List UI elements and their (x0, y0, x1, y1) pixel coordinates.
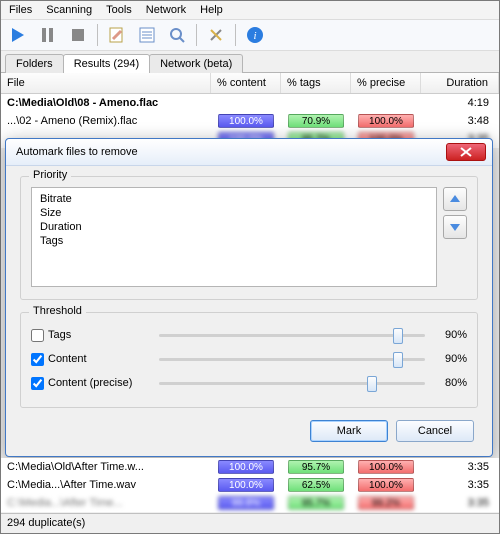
separator (235, 24, 236, 46)
status-text: 294 duplicate(s) (7, 517, 85, 529)
cell-content (211, 101, 281, 105)
separator (196, 24, 197, 46)
priority-item[interactable]: Bitrate (40, 192, 428, 206)
status-bar: 294 duplicate(s) (1, 513, 499, 533)
menu-help[interactable]: Help (200, 4, 223, 16)
mark-button[interactable]: Mark (310, 420, 388, 442)
threshold-label: Threshold (29, 305, 86, 317)
priority-label: Priority (29, 169, 71, 181)
dialog-buttons: Mark Cancel (20, 420, 478, 444)
column-headers: File % content % tags % precise Duration (1, 73, 499, 94)
cancel-button[interactable]: Cancel (396, 420, 474, 442)
svg-text:i: i (253, 30, 256, 42)
tab-results[interactable]: Results (294) (63, 54, 150, 73)
table-row: C:\Media...\After Time... 99.8% 95.7% 99… (1, 494, 499, 512)
cell-content: 100.0% (211, 458, 281, 476)
cell-content: 100.0% (211, 476, 281, 494)
tab-network[interactable]: Network (beta) (149, 54, 243, 73)
list-view-button[interactable] (134, 22, 160, 48)
priority-item[interactable]: Tags (40, 234, 428, 248)
arrow-up-icon (449, 193, 461, 205)
threshold-precise-checkbox[interactable] (31, 377, 44, 390)
cell-file: C:\Media\Old\08 - Ameno.flac (1, 95, 211, 111)
threshold-precise-slider[interactable] (159, 374, 425, 392)
table-row[interactable]: C:\Media\Old\08 - Ameno.flac 4:19 (1, 94, 499, 112)
cell-file: C:\Media...\After Time.wav (1, 477, 211, 493)
cell-precise: 100.0% (351, 112, 421, 130)
priority-item[interactable]: Duration (40, 220, 428, 234)
menu-tools[interactable]: Tools (106, 4, 132, 16)
threshold-content-label: Content (48, 353, 87, 365)
toolbar: i (1, 20, 499, 51)
edit-button[interactable] (104, 22, 130, 48)
tab-folders[interactable]: Folders (5, 54, 64, 73)
cell-duration: 3:35 (421, 477, 499, 493)
results-table-bottom: C:\Media\Old\After Time.w... 100.0% 95.7… (1, 458, 499, 512)
cell-duration: 3:35 (421, 459, 499, 475)
cell-tags: 62.5% (281, 476, 351, 494)
priority-group: Priority Bitrate Size Duration Tags (20, 176, 478, 300)
pause-button[interactable] (35, 22, 61, 48)
threshold-content-slider[interactable] (159, 350, 425, 368)
threshold-precise-value: 80% (433, 377, 467, 389)
threshold-content-value: 90% (433, 353, 467, 365)
cell-tags: 70.9% (281, 112, 351, 130)
dialog-titlebar: Automark files to remove (6, 139, 492, 166)
column-content[interactable]: % content (211, 73, 281, 93)
cell-precise (351, 101, 421, 105)
settings-button[interactable] (203, 22, 229, 48)
column-file[interactable]: File (1, 73, 211, 93)
cell-file: ...\02 - Ameno (Remix).flac (1, 113, 211, 129)
close-icon (460, 147, 472, 157)
cell-tags: 95.7% (281, 458, 351, 476)
info-button[interactable]: i (242, 22, 268, 48)
priority-item[interactable]: Size (40, 206, 428, 220)
move-down-button[interactable] (443, 215, 467, 239)
cell-duration: 3:48 (421, 113, 499, 129)
table-row[interactable]: C:\Media\Old\After Time.w... 100.0% 95.7… (1, 458, 499, 476)
threshold-group: Threshold Tags 90% Content 90% Content (… (20, 312, 478, 408)
threshold-precise-row: Content (precise) 80% (31, 371, 467, 395)
automark-dialog: Automark files to remove Priority Bitrat… (5, 138, 493, 457)
stop-button[interactable] (65, 22, 91, 48)
separator (97, 24, 98, 46)
move-up-button[interactable] (443, 187, 467, 211)
priority-list[interactable]: Bitrate Size Duration Tags (31, 187, 437, 287)
threshold-precise-label: Content (precise) (48, 377, 132, 389)
arrow-down-icon (449, 221, 461, 233)
threshold-content-checkbox[interactable] (31, 353, 44, 366)
search-button[interactable] (164, 22, 190, 48)
cell-duration: 4:19 (421, 95, 499, 111)
threshold-tags-row: Tags 90% (31, 323, 467, 347)
threshold-content-row: Content 90% (31, 347, 467, 371)
threshold-tags-checkbox[interactable] (31, 329, 44, 342)
column-duration[interactable]: Duration (421, 73, 499, 93)
cell-precise: 100.0% (351, 476, 421, 494)
threshold-tags-value: 90% (433, 329, 467, 341)
threshold-tags-label: Tags (48, 329, 71, 341)
cell-file: C:\Media\Old\After Time.w... (1, 459, 211, 475)
dialog-title: Automark files to remove (16, 146, 138, 158)
menu-scanning[interactable]: Scanning (46, 4, 92, 16)
menu-bar: Files Scanning Tools Network Help (1, 1, 499, 20)
column-tags[interactable]: % tags (281, 73, 351, 93)
menu-network[interactable]: Network (146, 4, 186, 16)
tab-bar: Folders Results (294) Network (beta) (1, 51, 499, 73)
cell-content: 100.0% (211, 112, 281, 130)
close-button[interactable] (446, 143, 486, 161)
table-row[interactable]: C:\Media...\After Time.wav 100.0% 62.5% … (1, 476, 499, 494)
column-precise[interactable]: % precise (351, 73, 421, 93)
play-button[interactable] (5, 22, 31, 48)
menu-files[interactable]: Files (9, 4, 32, 16)
cell-precise: 100.0% (351, 458, 421, 476)
cell-tags (281, 101, 351, 105)
threshold-tags-slider[interactable] (159, 326, 425, 344)
table-row[interactable]: ...\02 - Ameno (Remix).flac 100.0% 70.9%… (1, 112, 499, 130)
